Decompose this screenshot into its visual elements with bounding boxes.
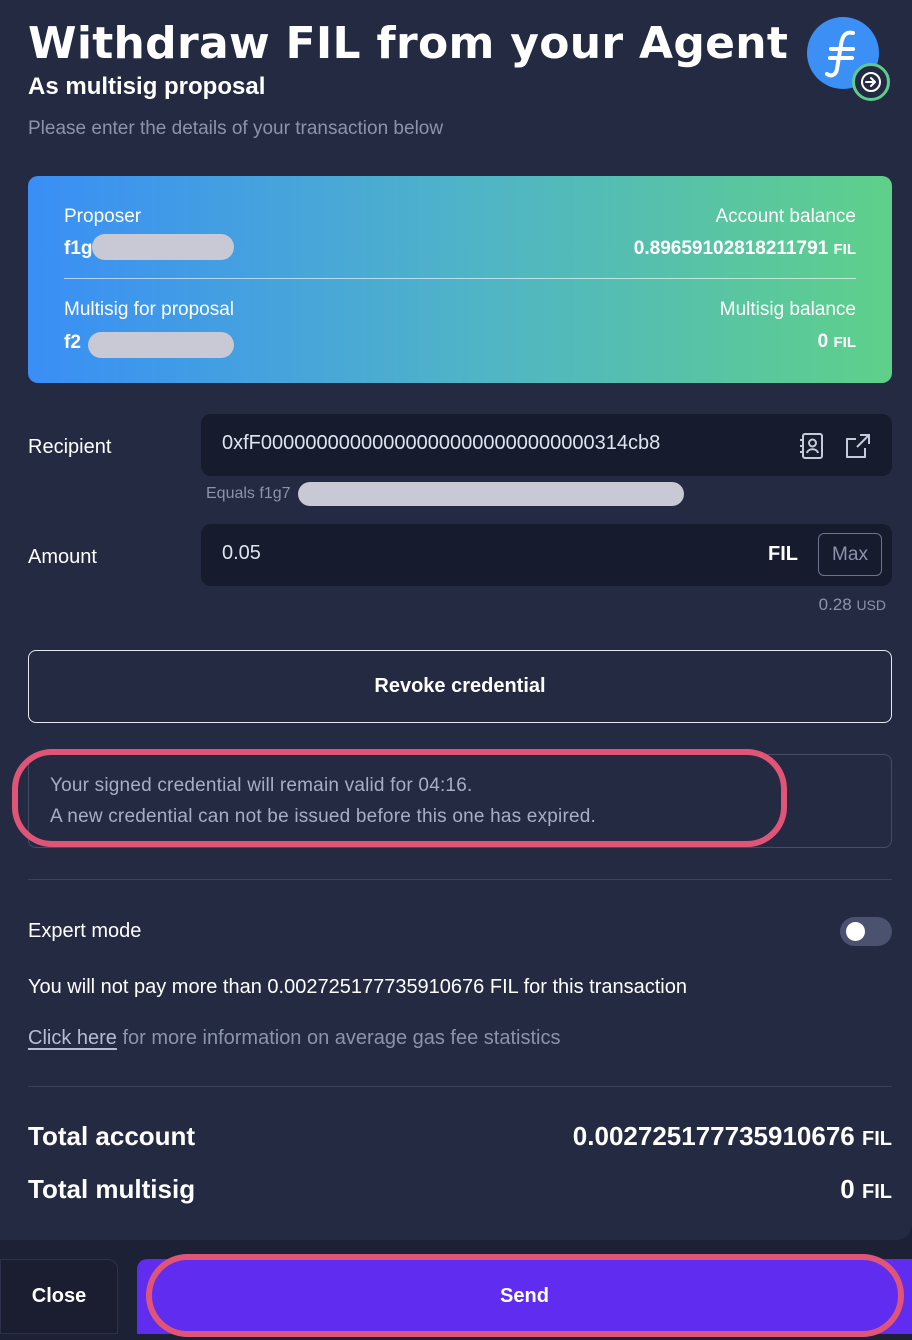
withdraw-panel: Withdraw FIL from your Agent As multisig… [0, 0, 912, 1240]
arrow-right-circle-icon [852, 63, 890, 101]
amount-label: Amount [28, 546, 97, 568]
gas-fee-text: You will not pay more than 0.00272517773… [28, 976, 687, 998]
total-multisig-value: 0 FIL [840, 1174, 892, 1204]
proposer-address: f1g [64, 238, 93, 259]
notice-highlight [12, 749, 787, 847]
card-divider [64, 278, 856, 279]
amount-unit: FIL [768, 543, 798, 565]
redacted-multisig [88, 332, 234, 358]
redacted-recipient [298, 482, 684, 506]
recipient-label: Recipient [28, 436, 112, 458]
account-balance-label: Account balance [715, 206, 857, 227]
send-highlight [146, 1254, 904, 1337]
total-account-label: Total account [28, 1121, 196, 1151]
close-button[interactable]: Close [0, 1259, 118, 1334]
multisig-balance-label: Multisig balance [719, 299, 856, 320]
multisig-address: f2 [64, 332, 81, 353]
total-multisig-label: Total multisig [28, 1174, 196, 1204]
summary-card: Proposer f1g Account balance 0.896591028… [28, 176, 892, 383]
external-link-icon[interactable] [844, 432, 872, 465]
max-button[interactable]: Max [818, 533, 882, 576]
amount-usd: 0.28 USD [818, 595, 886, 614]
address-book-icon[interactable] [799, 432, 825, 465]
toggle-knob [846, 922, 865, 941]
proposer-label: Proposer [64, 206, 142, 227]
total-account-value: 0.002725177735910676 FIL [572, 1121, 892, 1151]
gas-info-link[interactable]: Click here [28, 1027, 117, 1049]
multisig-label: Multisig for proposal [64, 299, 235, 320]
account-balance-value: 0.89659102818211791 FIL [633, 238, 856, 259]
page-subtitle: As multisig proposal [28, 73, 266, 100]
divider [28, 879, 892, 880]
revoke-credential-button[interactable]: Revoke credential [28, 650, 892, 723]
recipient-equals: Equals f1g7 [206, 485, 291, 502]
gas-info-text: for more information on average gas fee … [116, 1027, 561, 1049]
amount-input[interactable]: 0.05 FIL Max [201, 524, 892, 586]
gas-info-row: Click here for more information on avera… [28, 1027, 560, 1050]
divider [28, 1086, 892, 1087]
amount-value: 0.05 [222, 542, 261, 564]
recipient-value: 0xfF000000000000000000000000000000314cb8 [222, 432, 661, 454]
page-description: Please enter the details of your transac… [28, 118, 444, 139]
expert-mode-label: Expert mode [28, 920, 142, 942]
expert-mode-toggle[interactable] [840, 917, 892, 946]
redacted-proposer [92, 234, 234, 260]
multisig-balance-value: 0 FIL [817, 331, 856, 352]
page-title: Withdraw FIL from your Agent [28, 18, 789, 69]
recipient-input[interactable]: 0xfF000000000000000000000000000000314cb8 [201, 414, 892, 476]
